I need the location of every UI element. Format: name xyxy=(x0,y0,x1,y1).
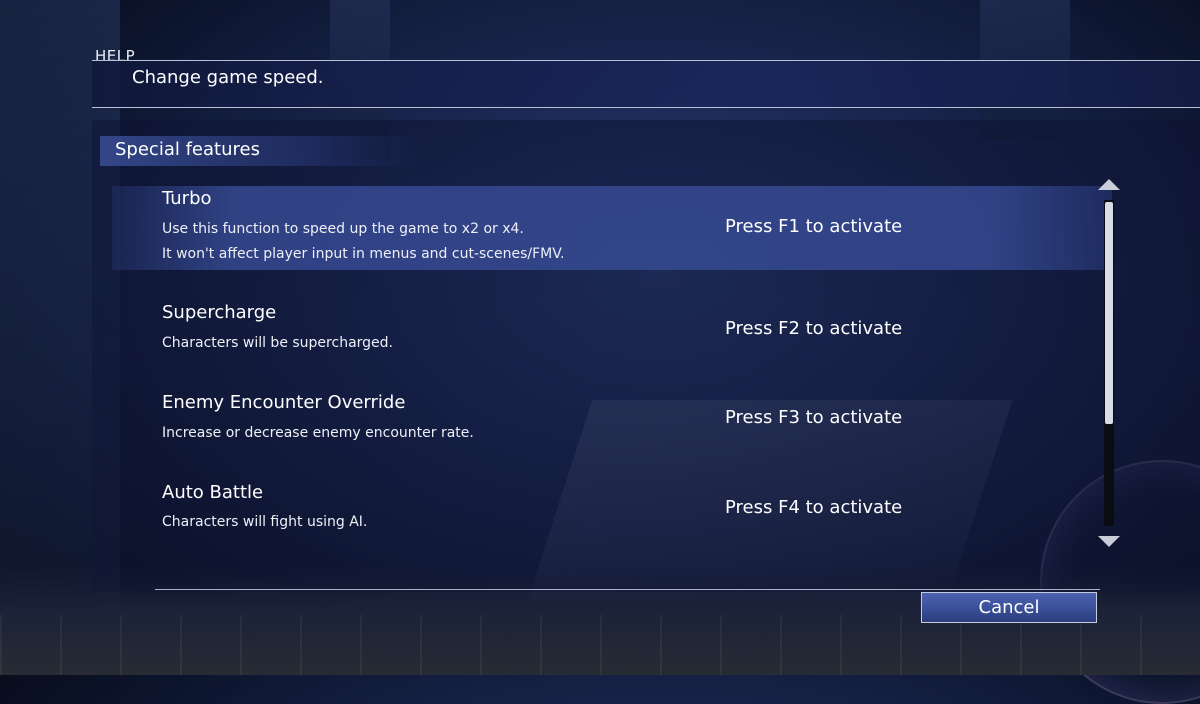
section-title: Special features xyxy=(115,139,260,160)
feature-turbo[interactable]: Turbo Use this function to speed up the … xyxy=(112,186,1112,270)
section-header: Special features xyxy=(100,136,420,166)
cancel-button[interactable]: Cancel xyxy=(921,592,1097,623)
feature-title: Auto Battle xyxy=(162,482,264,503)
feature-title: Enemy Encounter Override xyxy=(162,392,406,413)
feature-auto-battle[interactable]: Auto Battle Characters will fight using … xyxy=(112,480,1112,564)
feature-action: Press F3 to activate xyxy=(725,407,903,428)
feature-title: Turbo xyxy=(162,188,212,209)
feature-action: Press F2 to activate xyxy=(725,318,903,339)
feature-description-line-2: It won't affect player input in menus an… xyxy=(162,246,565,262)
scroll-down-arrow-icon[interactable] xyxy=(1098,536,1120,547)
scroll-up-arrow-icon[interactable] xyxy=(1098,179,1120,190)
feature-description-line-1: Increase or decrease enemy encounter rat… xyxy=(162,425,474,441)
feature-action: Press F4 to activate xyxy=(725,497,903,518)
feature-description-line-1: Characters will be supercharged. xyxy=(162,335,393,351)
divider xyxy=(155,589,1100,590)
feature-description-line-1: Use this function to speed up the game t… xyxy=(162,221,524,237)
feature-enemy-encounter-override[interactable]: Enemy Encounter Override Increase or dec… xyxy=(112,390,1112,474)
help-panel: Change game speed. xyxy=(92,60,1200,108)
feature-title: Supercharge xyxy=(162,302,277,323)
help-text: Change game speed. xyxy=(132,67,324,88)
feature-description-line-1: Characters will fight using AI. xyxy=(162,514,368,530)
feature-action: Press F1 to activate xyxy=(725,216,903,237)
features-panel: Special features Turbo Use this function… xyxy=(92,120,1200,592)
feature-supercharge[interactable]: Supercharge Characters will be superchar… xyxy=(112,300,1112,384)
scrollbar-thumb[interactable] xyxy=(1105,202,1113,424)
